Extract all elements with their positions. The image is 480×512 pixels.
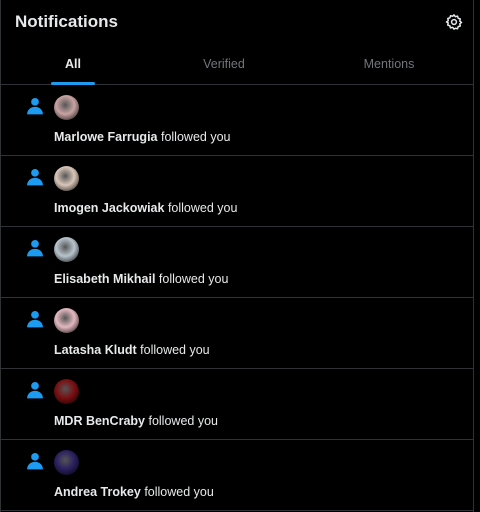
avatar[interactable] [54, 379, 79, 404]
tab-all[interactable]: All [1, 44, 145, 85]
follower-name[interactable]: Elisabeth Mikhail [54, 272, 155, 286]
person-icon [27, 169, 43, 186]
notification-action: followed you [140, 343, 210, 357]
notifications-panel: Notifications All Verified Mentions Marl… [0, 0, 474, 512]
person-icon [27, 382, 43, 399]
follower-name[interactable]: Andrea Trokey [54, 485, 141, 499]
tab-bar: All Verified Mentions [1, 44, 473, 85]
avatar[interactable] [54, 308, 79, 333]
tab-mentions[interactable]: Mentions [305, 44, 473, 84]
follower-name[interactable]: Marlowe Farrugia [54, 130, 158, 144]
follower-name[interactable]: Imogen Jackowiak [54, 201, 164, 215]
notification-text: Andrea Trokey followed you [54, 485, 214, 499]
notification-action: followed you [158, 272, 229, 286]
avatar[interactable] [54, 95, 79, 120]
person-icon [27, 453, 43, 470]
person-icon [27, 98, 43, 115]
notification-text: MDR BenCraby followed you [54, 414, 218, 428]
gear-icon[interactable] [445, 13, 463, 31]
header: Notifications [1, 0, 473, 44]
list-item[interactable]: Latasha Kludt followed you [1, 298, 473, 369]
tab-all-label: All [65, 57, 81, 71]
notification-text: Latasha Kludt followed you [54, 343, 210, 357]
follower-name[interactable]: MDR BenCraby [54, 414, 145, 428]
tab-verified-label: Verified [203, 57, 245, 71]
notification-action: followed you [148, 414, 218, 428]
notification-text: Elisabeth Mikhail followed you [54, 272, 228, 286]
list-item[interactable]: Imogen Jackowiak followed you [1, 156, 473, 227]
notification-action: followed you [160, 130, 231, 144]
person-icon [27, 240, 43, 257]
list-item[interactable]: Andrea Trokey followed you [1, 440, 473, 511]
person-icon [27, 311, 43, 328]
page-title: Notifications [15, 12, 118, 31]
follower-name[interactable]: Latasha Kludt [54, 343, 137, 357]
list-item[interactable]: Elisabeth Mikhail followed you [1, 227, 473, 298]
notification-text: Marlowe Farrugia followed you [54, 130, 230, 144]
tab-mentions-label: Mentions [363, 57, 415, 71]
list-item[interactable]: MDR BenCraby followed you [1, 369, 473, 440]
notification-action: followed you [167, 201, 238, 215]
notification-action: followed you [144, 485, 214, 499]
avatar[interactable] [54, 237, 79, 262]
notification-text: Imogen Jackowiak followed you [54, 201, 237, 215]
avatar[interactable] [54, 166, 79, 191]
avatar[interactable] [54, 450, 79, 475]
list-item[interactable]: Marlowe Farrugia followed you [1, 85, 473, 156]
tab-verified[interactable]: Verified [151, 44, 297, 84]
notification-list: Marlowe Farrugia followed you Imogen Jac… [1, 85, 473, 511]
